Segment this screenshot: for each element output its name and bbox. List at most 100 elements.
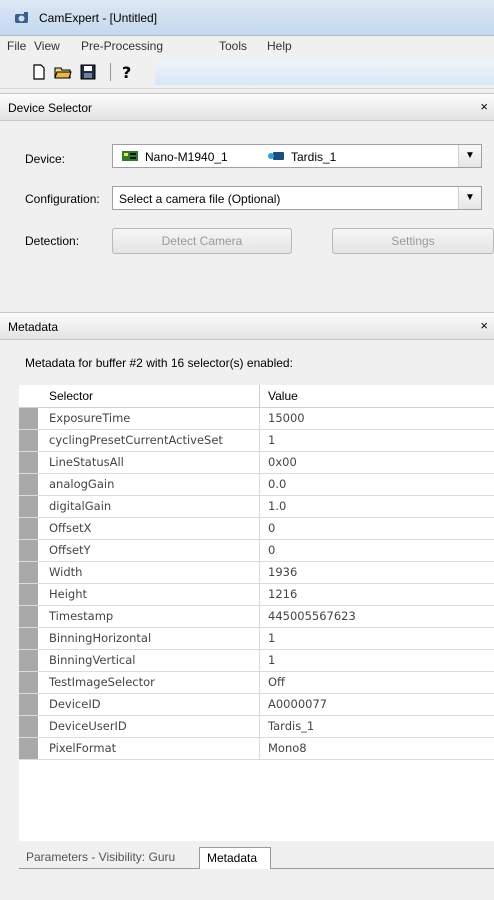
row-header[interactable] [19,408,38,429]
value-cell: 445005567623 [268,609,356,623]
configuration-label: Configuration: [25,192,100,206]
row-header[interactable] [19,562,38,583]
bottom-tab-bar: Parameters - Visibility: Guru Metadata [19,847,494,869]
selector-cell: Width [49,565,83,579]
table-row[interactable]: PixelFormat Mono8 [19,738,494,760]
table-row[interactable]: OffsetX 0 [19,518,494,540]
selector-cell: BinningHorizontal [49,631,152,645]
row-header[interactable] [19,496,38,517]
table-row[interactable]: BinningHorizontal 1 [19,628,494,650]
row-header[interactable] [19,738,38,759]
metadata-summary: Metadata for buffer #2 with 16 selector(… [25,356,293,370]
device-dropdown[interactable]: Nano-M1940_1 Tardis_1 ▼ [112,144,482,168]
selector-cell: Height [49,587,88,601]
menu-tools[interactable]: Tools [219,39,247,53]
value-cell: 0x00 [268,455,297,469]
value-cell: 1216 [268,587,298,601]
value-cell: Off [268,675,285,689]
configuration-dropdown[interactable]: Select a camera file (Optional) ▼ [112,186,482,210]
table-row[interactable]: OffsetY 0 [19,540,494,562]
table-row[interactable]: Timestamp 445005567623 [19,606,494,628]
camexpert-app-icon [15,12,28,23]
row-header[interactable] [19,430,38,451]
table-row[interactable]: analogGain 0.0 [19,474,494,496]
device-selector-close-icon[interactable]: × [480,99,488,114]
selector-cell: Timestamp [49,609,114,623]
metadata-header: Metadata × [0,312,494,340]
menu-bar: File View Pre-Processing Tools Help [0,36,494,57]
value-cell: 0.0 [268,477,287,491]
settings-button[interactable]: Settings [332,228,494,254]
column-header-selector[interactable]: Selector [49,389,93,403]
new-doc-icon[interactable] [30,63,48,81]
value-cell: Tardis_1 [268,719,315,733]
menu-pre-processing[interactable]: Pre-Processing [81,39,163,53]
title-bar: CamExpert - [Untitled] [0,0,494,36]
toolbar-separator [110,63,111,81]
value-cell: 0 [268,521,276,535]
selector-cell: PixelFormat [49,741,117,755]
device-server-name: Tardis_1 [291,150,337,164]
table-row[interactable]: LineStatusAll 0x00 [19,452,494,474]
device-selector-header: Device Selector × [0,93,494,121]
value-cell: 0 [268,543,276,557]
value-cell: Mono8 [268,741,307,755]
row-header[interactable] [19,584,38,605]
table-row[interactable]: BinningVertical 1 [19,650,494,672]
selector-cell: LineStatusAll [49,455,124,469]
column-header-value[interactable]: Value [268,389,298,403]
selector-cell: cyclingPresetCurrentActiveSet [49,433,223,447]
value-cell: 1936 [268,565,298,579]
table-row[interactable]: DeviceUserID Tardis_1 [19,716,494,738]
selector-cell: digitalGain [49,499,112,513]
metadata-title: Metadata [8,320,59,334]
menu-file[interactable]: File [7,39,26,53]
metadata-close-icon[interactable]: × [480,318,488,333]
row-header[interactable] [19,672,38,693]
row-header[interactable] [19,540,38,561]
row-header[interactable] [19,694,38,715]
table-row[interactable]: cyclingPresetCurrentActiveSet 1 [19,430,494,452]
table-row[interactable]: ExposureTime 15000 [19,408,494,430]
tab-metadata[interactable]: Metadata [199,847,271,869]
help-question-icon[interactable]: ? [118,63,136,81]
row-header[interactable] [19,452,38,473]
selector-cell: DeviceID [49,697,101,711]
window-title: CamExpert - [Untitled] [39,11,158,25]
toolbar-strip [155,61,494,85]
menu-help[interactable]: Help [267,39,292,53]
row-header[interactable] [19,474,38,495]
tab-parameters[interactable]: Parameters - Visibility: Guru [19,847,199,869]
menu-view[interactable]: View [34,39,60,53]
table-row[interactable]: Height 1216 [19,584,494,606]
selector-cell: OffsetX [49,521,92,535]
detect-camera-button[interactable]: Detect Camera [112,228,292,254]
device-name: Nano-M1940_1 [145,150,228,164]
value-cell: 1 [268,653,276,667]
selector-cell: analogGain [49,477,115,491]
network-camera-icon [268,152,284,160]
row-header[interactable] [19,716,38,737]
open-folder-icon[interactable] [54,63,72,81]
svg-text:?: ? [122,63,131,81]
frame-grabber-icon [122,151,138,161]
configuration-value: Select a camera file (Optional) [119,192,281,206]
value-cell: 15000 [268,411,305,425]
value-cell: A0000077 [268,697,328,711]
row-header[interactable] [19,628,38,649]
row-header[interactable] [19,606,38,627]
row-header[interactable] [19,518,38,539]
table-row[interactable]: DeviceID A0000077 [19,694,494,716]
value-cell: 1.0 [268,499,287,513]
chevron-down-icon[interactable]: ▼ [458,145,481,167]
table-row[interactable]: digitalGain 1.0 [19,496,494,518]
table-row[interactable]: Width 1936 [19,562,494,584]
metadata-grid-header: Selector Value [19,385,494,408]
table-row[interactable]: TestImageSelector Off [19,672,494,694]
row-header[interactable] [19,650,38,671]
selector-cell: DeviceUserID [49,719,127,733]
toolbar: ? [0,57,494,89]
chevron-down-icon[interactable]: ▼ [458,187,481,209]
detection-label: Detection: [25,234,80,248]
save-disk-icon[interactable] [79,63,97,81]
